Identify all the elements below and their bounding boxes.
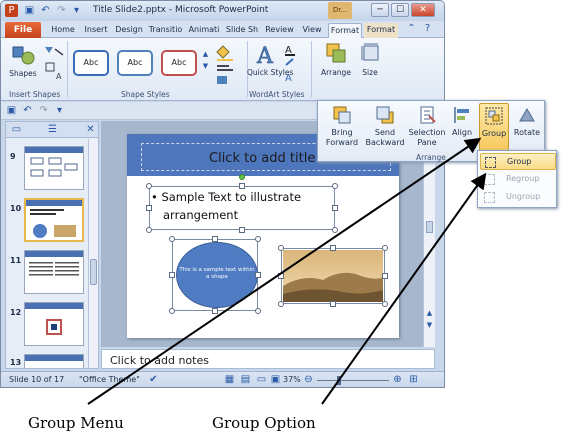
annotation-arrows	[87, 137, 487, 405]
group-menu-callout: Group Menu	[28, 414, 124, 432]
group-option-callout: Group Option	[212, 414, 316, 432]
